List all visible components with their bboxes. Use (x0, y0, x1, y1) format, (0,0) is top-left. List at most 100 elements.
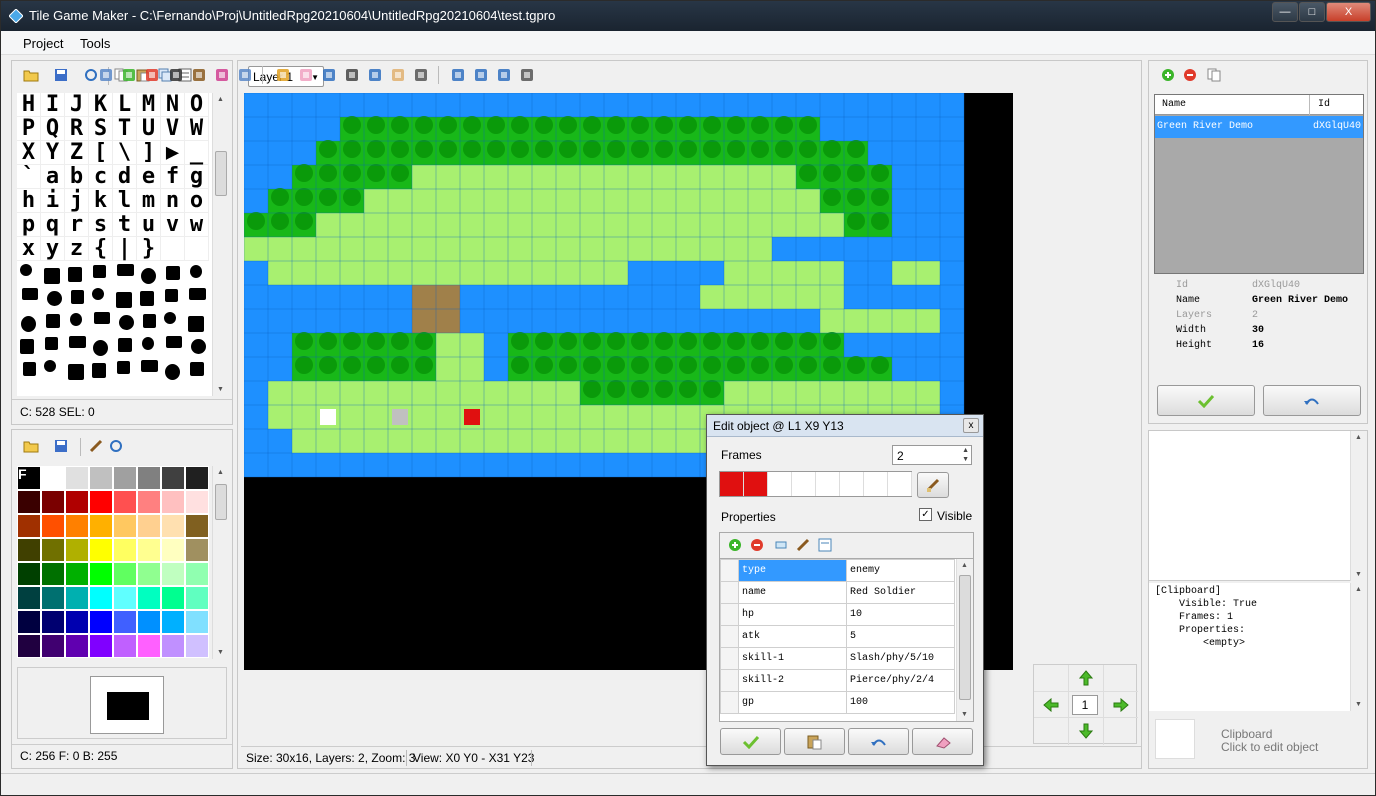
remove-property-icon[interactable] (748, 536, 766, 554)
row-header[interactable] (720, 559, 739, 582)
edit-tag-icon[interactable] (772, 536, 790, 554)
tile-cell[interactable]: H (17, 93, 41, 117)
palette-swatch[interactable] (89, 538, 113, 562)
map-object[interactable] (392, 409, 408, 425)
tile-cell[interactable] (17, 261, 41, 285)
frame-cell[interactable] (840, 472, 864, 496)
tileset-scrollbar[interactable]: ▲ ▼ (212, 93, 229, 396)
tile-cell[interactable] (113, 261, 137, 285)
palette-swatch[interactable] (185, 562, 209, 586)
tile-cell[interactable] (161, 357, 185, 381)
palette-swatch[interactable] (113, 514, 137, 538)
clipboard-subtitle[interactable]: Click to edit object (1221, 740, 1318, 754)
eyedropper-icon[interactable] (343, 66, 361, 84)
palette-swatch[interactable] (89, 490, 113, 514)
palette-swatch[interactable] (65, 538, 89, 562)
palette-swatch[interactable] (41, 634, 65, 658)
palette-swatch[interactable] (65, 610, 89, 634)
property-key[interactable]: skill-1 (738, 647, 847, 670)
frame-edit-button[interactable] (917, 472, 949, 498)
map-object[interactable] (320, 409, 336, 425)
tile-cell[interactable]: ] (137, 141, 161, 165)
tile-cell[interactable]: m (137, 189, 161, 213)
tile-cell[interactable]: k (89, 189, 113, 213)
tile-cell[interactable] (185, 261, 209, 285)
dialog-close-button[interactable]: x (963, 418, 979, 433)
tile-cell[interactable] (113, 357, 137, 381)
tile-cell[interactable]: { (89, 237, 113, 261)
tile-cell[interactable]: Q (41, 117, 65, 141)
tile-cell[interactable]: z (65, 237, 89, 261)
tile-cell[interactable]: | (113, 237, 137, 261)
map-object[interactable] (464, 409, 480, 425)
clipboard-preview-scrollbar[interactable]: ▲ ▼ (1350, 431, 1367, 581)
palette-swatch[interactable] (185, 538, 209, 562)
tile-cell[interactable]: d (113, 165, 137, 189)
frames-stepper[interactable]: 2 ▲ ▼ (892, 445, 972, 465)
palette-refresh-icon[interactable] (109, 437, 127, 455)
close-button[interactable]: X (1326, 2, 1371, 22)
palette-swatch[interactable] (41, 490, 65, 514)
ok-button[interactable] (720, 728, 781, 755)
visibility-eye-icon[interactable] (167, 66, 185, 84)
tile-cell[interactable] (17, 357, 41, 381)
palette-swatch[interactable] (89, 466, 113, 490)
tile-cell[interactable]: I (41, 93, 65, 117)
palette-swatch[interactable] (17, 586, 41, 610)
tile-cell[interactable]: p (17, 213, 41, 237)
palette-swatch[interactable] (17, 562, 41, 586)
menu-project[interactable]: Project (23, 36, 63, 51)
pencil-icon[interactable] (274, 66, 292, 84)
tile-cell[interactable]: r (65, 213, 89, 237)
row-header[interactable] (720, 603, 739, 626)
tile-cell[interactable]: s (89, 213, 113, 237)
tile-cell[interactable]: \ (113, 141, 137, 165)
palette-swatch[interactable] (65, 466, 89, 490)
tile-cell[interactable] (161, 261, 185, 285)
palette-swatch[interactable] (41, 562, 65, 586)
frame-cell[interactable] (792, 472, 816, 496)
tile-cell[interactable]: a (41, 165, 65, 189)
tile-cell[interactable] (137, 261, 161, 285)
palette-swatch[interactable] (113, 466, 137, 490)
palette-swatch[interactable] (185, 610, 209, 634)
tile-cell[interactable] (113, 285, 137, 309)
tile-cell[interactable]: J (65, 93, 89, 117)
tile-cell[interactable] (113, 309, 137, 333)
tile-cell[interactable]: i (41, 189, 65, 213)
tile-cell[interactable]: n (161, 189, 185, 213)
tile-cell[interactable]: q (41, 213, 65, 237)
palette-swatch[interactable] (137, 586, 161, 610)
tile-cell[interactable]: g (185, 165, 209, 189)
tile-cell[interactable] (185, 309, 209, 333)
palette-swatch[interactable] (89, 514, 113, 538)
palette-swatch[interactable] (65, 634, 89, 658)
palette-swatch[interactable] (137, 562, 161, 586)
property-key[interactable]: skill-2 (738, 669, 847, 692)
undo-button[interactable] (1263, 385, 1361, 416)
tile-cell[interactable] (161, 237, 185, 261)
open-palette-icon[interactable] (22, 437, 40, 455)
tile-cell[interactable] (89, 285, 113, 309)
palette-swatch[interactable] (17, 538, 41, 562)
tile-cell[interactable]: K (89, 93, 113, 117)
palette-swatch[interactable] (161, 562, 185, 586)
tile-cell[interactable] (161, 333, 185, 357)
tile-cell[interactable] (65, 285, 89, 309)
property-key[interactable]: name (738, 581, 847, 604)
property-value[interactable]: enemy (846, 559, 955, 582)
save-palette-icon[interactable] (52, 437, 70, 455)
property-key[interactable]: gp (738, 691, 847, 714)
tile-cell[interactable]: l (113, 189, 137, 213)
palette-swatch[interactable] (185, 466, 209, 490)
tile-cell[interactable]: u (137, 213, 161, 237)
tile-cell[interactable]: X (17, 141, 41, 165)
palette-swatch[interactable] (113, 586, 137, 610)
copy-map-icon[interactable] (1205, 66, 1223, 84)
table-row[interactable]: name Red Soldier (720, 581, 955, 604)
tile-cell[interactable] (185, 237, 209, 261)
palette-grid[interactable]: F (17, 466, 212, 659)
property-value[interactable]: 5 (846, 625, 955, 648)
property-value[interactable]: 10 (846, 603, 955, 626)
tile-cell[interactable]: T (113, 117, 137, 141)
